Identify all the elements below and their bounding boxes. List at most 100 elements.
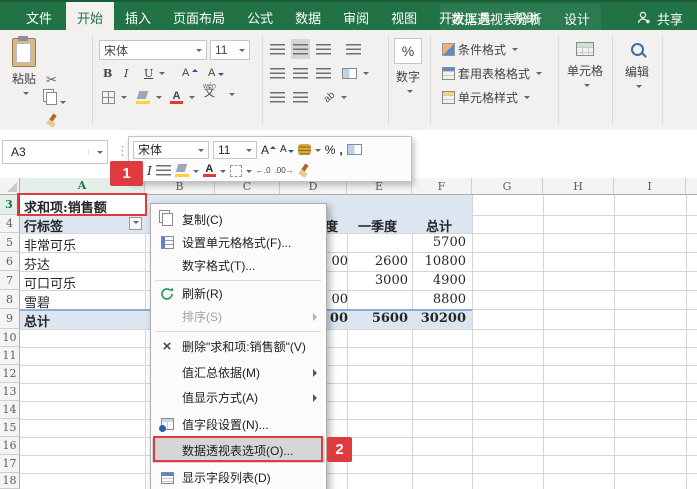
cell-f8-value[interactable]: 8800 — [408, 292, 466, 307]
font-color-button[interactable]: A — [168, 87, 197, 107]
mini-shrink-font-button[interactable]: A — [280, 144, 294, 155]
menu-item-remove-field[interactable]: × 删除"求和项:销售额"(V) — [152, 334, 325, 358]
mini-font-size-combo[interactable]: 11 — [213, 140, 257, 159]
cell-a5-label[interactable]: 非常可乐 — [24, 235, 76, 254]
cell-a6-label[interactable]: 芬达 — [24, 254, 50, 273]
mini-accounting-format-button[interactable] — [297, 144, 321, 155]
mini-italic-button[interactable]: I — [147, 164, 152, 178]
align-center-button[interactable] — [291, 63, 310, 83]
tab-home[interactable]: 开始 — [66, 2, 115, 32]
cell-a7-label[interactable]: 可口可乐 — [24, 273, 76, 292]
bold-button[interactable]: B — [101, 63, 114, 83]
font-size-combo[interactable]: 11 — [210, 40, 250, 60]
borders-button[interactable] — [100, 87, 129, 107]
column-header-g[interactable]: G — [472, 178, 543, 195]
column-header-i[interactable]: I — [614, 178, 686, 195]
cell-a8-label[interactable]: 雪碧 — [24, 292, 50, 311]
number-format-button[interactable]: % 数字 — [392, 38, 424, 97]
cell-f9-grand-total[interactable]: 30200 — [408, 311, 466, 326]
align-left-button[interactable] — [268, 63, 287, 83]
row-header-13[interactable]: 13 — [0, 383, 20, 401]
menu-item-show-field-list[interactable]: 显示字段列表(D) — [152, 465, 325, 489]
cell-f7-value[interactable]: 4900 — [408, 273, 466, 288]
cell-f5-value[interactable]: 5700 — [408, 235, 466, 250]
merge-center-button[interactable] — [340, 63, 371, 83]
menu-item-summarize-values-by[interactable]: 值汇总依据(M) — [152, 360, 325, 385]
mini-merge-button[interactable] — [346, 144, 362, 155]
wrap-text-button[interactable] — [344, 39, 363, 59]
tab-data[interactable]: 数据 — [284, 2, 332, 32]
bottom-align-button[interactable] — [314, 39, 333, 59]
cell-e9-total[interactable]: 5600 — [352, 311, 408, 326]
row-header-9[interactable]: 9 — [0, 309, 20, 329]
cut-button[interactable]: ✂ — [46, 72, 57, 88]
row-header-17[interactable]: 17 — [0, 455, 20, 473]
cell-styles-button[interactable]: 单元格样式 — [440, 87, 532, 107]
row-header-7[interactable]: 7 — [0, 271, 20, 290]
cell-f4-header[interactable]: 总计 — [412, 216, 466, 235]
mini-comma-button[interactable]: , — [339, 143, 342, 157]
tab-file[interactable]: 文件 — [12, 2, 66, 32]
underline-button[interactable]: U — [142, 63, 167, 83]
row-header-12[interactable]: 12 — [0, 365, 20, 383]
phonetic-guide-button[interactable]: wén 文 — [203, 83, 216, 99]
menu-item-copy[interactable]: 复制(C) — [152, 208, 325, 231]
phonetic-dropdown-icon[interactable] — [229, 93, 235, 99]
format-as-table-button[interactable]: 套用表格格式 — [440, 63, 544, 83]
column-header-f[interactable]: F — [412, 178, 472, 195]
middle-align-button[interactable] — [291, 39, 310, 59]
tab-review[interactable]: 审阅 — [332, 2, 380, 32]
mini-grow-font-button[interactable]: A — [261, 143, 277, 157]
row-header-14[interactable]: 14 — [0, 401, 20, 419]
mini-font-name-combo[interactable]: 宋体 — [133, 140, 209, 159]
tab-page-layout[interactable]: 页面布局 — [162, 2, 236, 32]
mini-increase-decimal-button[interactable]: ←.0 — [256, 166, 271, 175]
italic-button[interactable]: I — [122, 63, 130, 83]
row-header-10[interactable]: 10 — [0, 329, 20, 347]
shrink-font-button[interactable]: A — [206, 63, 226, 83]
paste-button[interactable]: 粘贴 — [7, 36, 41, 99]
share-button[interactable]: 共享 — [628, 4, 691, 32]
cell-d4-header-fragment[interactable]: 度 — [325, 216, 342, 235]
row-header-15[interactable]: 15 — [0, 419, 20, 437]
menu-item-sort[interactable]: 排序(S) — [152, 305, 325, 328]
mini-borders-button[interactable] — [229, 164, 252, 177]
align-right-button[interactable] — [314, 63, 333, 83]
orientation-button[interactable]: ab — [322, 87, 349, 107]
menu-item-value-field-settings[interactable]: 值字段设置(N)... — [152, 411, 325, 437]
menu-item-format-cells[interactable]: 设置单元格格式(F)... — [152, 231, 325, 254]
cell-e7-value[interactable]: 3000 — [352, 273, 408, 288]
cell-f6-value[interactable]: 10800 — [408, 254, 466, 269]
tab-view[interactable]: 视图 — [380, 2, 428, 32]
row-header-16[interactable]: 16 — [0, 437, 20, 455]
row-header-18[interactable]: 18 — [0, 473, 20, 489]
mini-percent-button[interactable]: % — [325, 143, 336, 157]
tab-formulas[interactable]: 公式 — [236, 2, 284, 32]
cell-a4-row-header[interactable]: 行标签 — [24, 216, 63, 235]
conditional-formatting-button[interactable]: 条件格式 — [440, 39, 520, 59]
decrease-indent-button[interactable] — [268, 87, 287, 107]
format-painter-button[interactable] — [46, 114, 58, 130]
menu-item-refresh[interactable]: 刷新(R) — [152, 282, 325, 305]
tab-design[interactable]: 设计 — [553, 4, 601, 32]
copy-button[interactable] — [46, 92, 66, 108]
tab-pivottable-analyze[interactable]: 数据透视表分析 — [440, 4, 553, 32]
row-header-6[interactable]: 6 — [0, 252, 20, 271]
menu-item-show-values-as[interactable]: 值显示方式(A) — [152, 385, 325, 410]
tab-insert[interactable]: 插入 — [114, 2, 162, 32]
mini-center-button[interactable] — [155, 165, 171, 176]
cell-a9-total-label[interactable]: 总计 — [24, 311, 50, 330]
fill-color-button[interactable] — [134, 87, 164, 107]
increase-indent-button[interactable] — [291, 87, 310, 107]
mini-format-painter-button[interactable] — [298, 164, 310, 177]
cell-e4-header[interactable]: 一季度 — [347, 216, 408, 235]
row-header-11[interactable]: 11 — [0, 347, 20, 365]
row-labels-filter-button[interactable] — [129, 217, 142, 230]
mini-font-color-button[interactable]: A — [202, 164, 226, 177]
cells-button[interactable]: 单元格 — [563, 38, 607, 91]
menu-item-number-format[interactable]: 数字格式(T)... — [152, 254, 325, 277]
row-header-5[interactable]: 5 — [0, 233, 20, 252]
cell-e6-value[interactable]: 2600 — [352, 254, 408, 269]
column-header-h[interactable]: H — [543, 178, 614, 195]
editing-button[interactable]: 编辑 — [617, 38, 657, 92]
